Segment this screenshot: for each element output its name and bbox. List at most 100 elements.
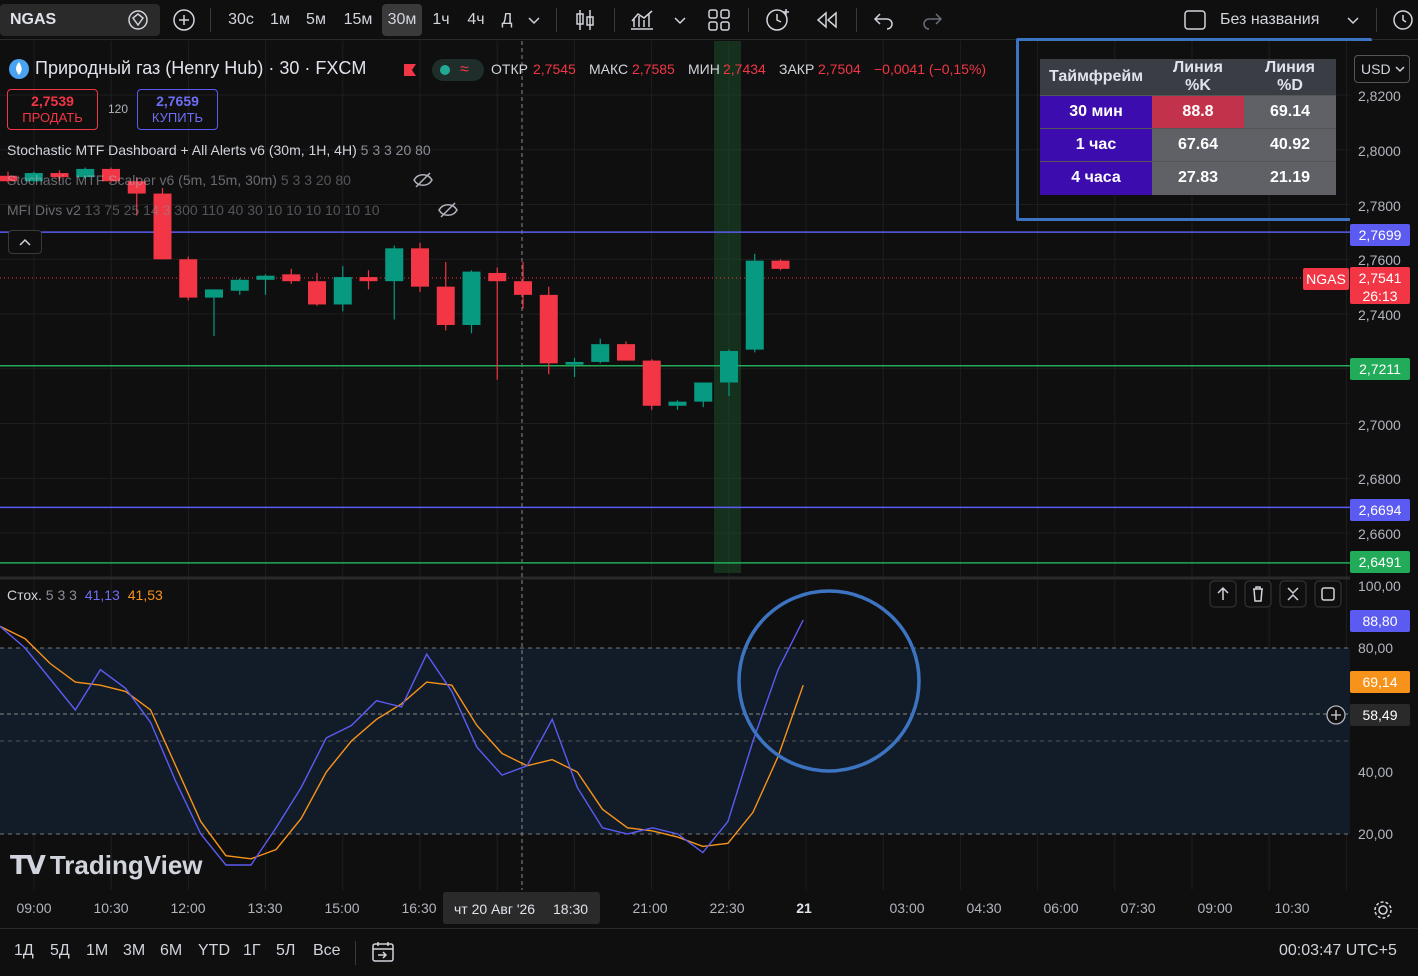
row-k: 67.64 [1152,128,1244,162]
chevron-down-icon[interactable] [1345,12,1361,28]
redo-icon[interactable] [920,8,944,32]
move-up-icon[interactable] [1209,580,1237,608]
range-3m[interactable]: 3М [123,942,145,960]
interval-4h[interactable]: 4ч [460,4,492,36]
hidden-eye-icon[interactable] [437,200,459,220]
quick-search-icon[interactable] [1390,7,1416,33]
tv-logo-icon: 𝗧𝗩 [10,850,46,880]
layout-grid-icon[interactable] [706,7,732,33]
header-timeframe: Таймфрейм [1040,59,1152,96]
row-timeframe: 4 часа [1040,161,1152,195]
row-d: 40.92 [1244,128,1336,162]
collapse-pane-icon[interactable] [1279,580,1307,608]
undo-icon[interactable] [872,8,896,32]
candle-body [205,289,223,298]
candle-body [488,272,507,282]
interval-d[interactable]: Д [494,4,520,36]
layout-name[interactable]: Без названия [1220,4,1336,36]
alert-clock-icon[interactable] [764,6,792,34]
symbol-title[interactable]: Природный газ (Henry Hub) · 30 · FXCM [35,58,366,79]
indicator-legend-1[interactable]: Stochastic MTF Dashboard + All Alerts v6… [7,142,431,158]
candle-body [771,260,790,269]
collapse-legend-button[interactable] [8,230,42,254]
time-label: 10:30 [93,900,129,916]
bottom-toolbar: 1Д 5Д 1М 3М 6М YTD 1Г 5Л Все 00:03:47 UT… [0,928,1418,976]
currency-selector[interactable]: USD [1354,55,1410,83]
range-all[interactable]: Все [313,942,341,960]
candle-type-icon[interactable] [572,7,598,33]
high-label: МАКС [589,61,629,77]
replay-icon[interactable] [814,8,840,32]
flag-icon[interactable] [402,62,418,78]
range-6m[interactable]: 6М [160,942,182,960]
time-axis[interactable]: 09:00 10:30 12:00 13:30 15:00 16:30 чт 2… [0,890,1418,928]
interval-5m[interactable]: 5м [299,4,333,36]
wave-icon: ≈ [460,61,469,78]
add-compare-icon[interactable] [172,8,196,32]
tradingview-logo[interactable]: 𝗧𝗩 TradingView [10,850,203,881]
chevron-down-icon [1395,66,1405,73]
indicator-params: 5 3 3 20 80 [280,172,351,188]
price-label: 2,6800 [1358,471,1401,487]
sell-button[interactable]: 2,7539 ПРОДАТЬ [7,89,98,130]
indicators-icon[interactable] [628,7,656,33]
candle-body [668,401,687,406]
indicator-legend-2[interactable]: Stochastic MTF Scalper v6 (5m, 15m, 30m)… [7,172,351,188]
layout-checkbox-icon[interactable] [1183,8,1207,32]
range-5y[interactable]: 5Л [276,942,295,960]
header-k: Линия %K [1152,59,1244,96]
hidden-eye-icon[interactable] [412,170,434,190]
interval-30m[interactable]: 30м [382,4,422,36]
change-value: −0,0041 (−0,15%) [874,61,987,77]
separator [856,8,857,32]
gas-flame-icon [9,59,29,79]
candle-body [436,286,455,325]
price-label: 2,8200 [1358,88,1401,104]
chevron-down-icon[interactable] [672,12,688,28]
stoch-axis-label: 100,00 [1358,578,1401,594]
stochastic-dashboard-table: Таймфрейм Линия %K Линия %D 30 мин 88.8 … [1040,59,1336,195]
candle-body [308,281,326,305]
settings-gear-icon[interactable] [1372,899,1394,921]
indicator-name: MFI Divs v2 [7,202,81,218]
candle-body [745,260,764,350]
sell-price: 2,7539 [31,93,74,109]
indicator-legend-3[interactable]: MFI Divs v2 13 75 25 14 3 300 110 40 30 … [7,202,380,218]
range-1d[interactable]: 1Д [14,942,34,960]
candle-body [230,279,249,291]
goto-date-icon[interactable] [370,939,396,965]
candle-body [179,259,198,298]
level-badge: 2,6491 [1350,551,1410,573]
symbol-price-tag: NGAS [1303,268,1349,290]
market-status[interactable]: ≈ [432,59,484,81]
add-crosshair-icon[interactable] [1325,704,1347,726]
candle-body [385,248,404,282]
price-label: 2,6600 [1358,526,1401,542]
symbol-search[interactable]: NGAS [0,4,160,36]
interval-1h[interactable]: 1ч [425,4,457,36]
stoch-legend[interactable]: Стох. 5 3 3 41,13 41,53 [7,587,163,603]
trash-icon[interactable] [1244,580,1272,608]
interval-30s[interactable]: 30с [221,4,261,36]
range-1m[interactable]: 1М [86,942,108,960]
high-value: 2,7585 [632,61,675,77]
clock[interactable]: 00:03:47 UTC+5 [1279,942,1397,960]
stoch-axis-label: 40,00 [1358,764,1394,780]
diamond-icon[interactable] [124,10,152,30]
currency-text: USD [1361,61,1391,77]
buy-button[interactable]: 2,7659 КУПИТЬ [137,89,218,130]
range-1y[interactable]: 1Г [243,942,261,960]
table-row: 4 часа 27.83 21.19 [1040,161,1336,195]
time-label: 04:30 [966,900,1002,916]
time-label: 09:00 [16,900,52,916]
stoch-axis-label: 20,00 [1358,826,1394,842]
header-d: Линия %D [1244,59,1336,96]
date-label: 21 [796,900,812,916]
chevron-down-icon[interactable] [526,12,542,28]
range-ytd[interactable]: YTD [198,942,230,960]
interval-15m[interactable]: 15м [337,4,379,36]
maximize-pane-icon[interactable] [1314,580,1342,608]
interval-1m[interactable]: 1м [263,4,297,36]
price-axis[interactable]: 2,8200 2,8000 2,7800 2,7600 2,7400 2,700… [1350,41,1418,890]
range-5d[interactable]: 5Д [50,942,70,960]
